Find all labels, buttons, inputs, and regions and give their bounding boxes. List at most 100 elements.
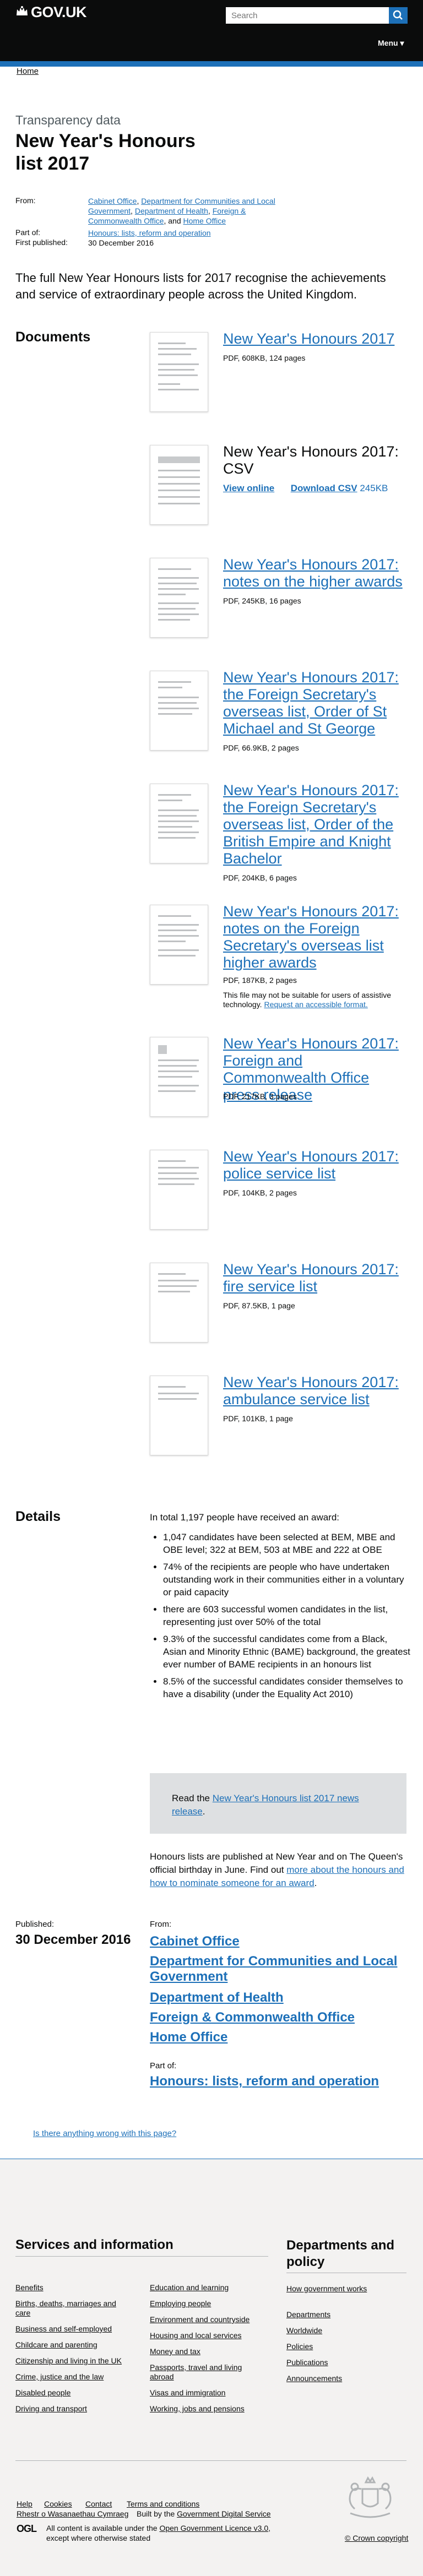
part-of-label: Part of: — [150, 2061, 177, 2070]
report-problem-link[interactable]: Is there anything wrong with this page? — [33, 2129, 176, 2138]
footer-department-link[interactable]: Policies — [286, 2342, 397, 2351]
document-thumbnail[interactable] — [150, 558, 208, 638]
footer-service-link[interactable]: Business and self-employed — [15, 2324, 126, 2334]
divider — [15, 2460, 406, 2461]
document-title: New Year's Honours 2017: CSV — [223, 443, 399, 477]
footer-service-link[interactable]: Environment and countryside — [150, 2315, 260, 2324]
footer-department-link[interactable]: Departments — [286, 2310, 397, 2319]
header-accent-bar — [0, 61, 423, 67]
royal-coat-of-arms-icon — [349, 2476, 392, 2518]
footer-department-link[interactable]: Announcements — [286, 2374, 397, 2383]
licence-text: All content is available under the Open … — [46, 2524, 271, 2542]
licence-link[interactable]: Open Government Licence v3.0 — [159, 2524, 268, 2532]
departments-heading: Departments and policy — [286, 2238, 395, 2269]
footer-service-link[interactable]: Disabled people — [15, 2388, 126, 2398]
footer-terms-link[interactable]: Terms and conditions — [127, 2499, 199, 2508]
news-release-callout: Read the New Year's Honours list 2017 ne… — [150, 1773, 406, 1834]
download-csv-link[interactable]: Download CSV — [291, 483, 357, 493]
details-intro: In total 1,197 people have received an a… — [150, 1512, 340, 1523]
document-title-link[interactable]: New Year's Honours 2017: police service … — [223, 1148, 405, 1182]
from-org-link[interactable]: Foreign & Commonwealth Office — [150, 2010, 355, 2025]
search-button[interactable] — [389, 7, 408, 24]
document-thumbnail[interactable] — [150, 905, 208, 985]
meta-org-link[interactable]: Department of Health — [135, 206, 208, 215]
footer-service-link[interactable]: Crime, justice and the law — [15, 2372, 126, 2382]
footer-service-link[interactable]: Employing people — [150, 2299, 260, 2308]
document-title-link[interactable]: New Year's Honours 2017: the Foreign Sec… — [223, 782, 405, 867]
document-thumbnail[interactable] — [150, 1263, 208, 1343]
footer-department-link[interactable]: Worldwide — [286, 2326, 397, 2335]
footer-department-link[interactable]: How government works — [286, 2284, 369, 2294]
meta-part-of-label: Part of: — [15, 228, 41, 237]
footer-service-link[interactable]: Driving and transport — [15, 2404, 126, 2414]
footer-welsh-link[interactable]: Rhestr o Wasanaethau Cymraeg — [17, 2509, 128, 2518]
footer-service-link[interactable]: Benefits — [15, 2283, 126, 2292]
meta-first-published-value: 30 December 2016 — [88, 238, 154, 247]
footer-contact-link[interactable]: Contact — [85, 2499, 112, 2508]
csv-actions: View online Download CSV 245KB — [223, 483, 388, 494]
document-title-link[interactable]: New Year's Honours 2017: notes on the hi… — [223, 556, 405, 590]
document-meta: PDF, 104KB, 2 pages — [223, 1188, 297, 1197]
document-thumbnail[interactable] — [150, 445, 208, 525]
from-org-link[interactable]: Department for Communities and Local Gov… — [150, 1954, 423, 1985]
documents-heading: Documents — [15, 329, 91, 345]
from-label: From: — [150, 1920, 172, 1929]
details-heading: Details — [15, 1509, 61, 1524]
menu-button[interactable]: Menu ▾ — [378, 39, 404, 48]
meta-first-published-label: First published: — [15, 238, 68, 247]
footer-help-link[interactable]: Help — [17, 2499, 32, 2508]
document-title-link[interactable]: New Year's Honours 2017: ambulance servi… — [223, 1374, 405, 1408]
breadcrumb-home[interactable]: Home — [17, 67, 39, 76]
search-icon — [393, 10, 403, 20]
divider — [15, 2256, 268, 2257]
crown-icon[interactable] — [15, 6, 29, 17]
footer-service-link[interactable]: Passports, travel and living abroad — [150, 2363, 260, 2382]
footer-service-link[interactable]: Education and learning — [150, 2283, 260, 2292]
footer-service-link[interactable]: Visas and immigration — [150, 2388, 260, 2398]
footer-service-link[interactable]: Births, deaths, marriages and care — [15, 2299, 126, 2318]
lead-paragraph: The full New Year Honours lists for 2017… — [15, 271, 386, 301]
footer-service-link[interactable]: Childcare and parenting — [15, 2340, 126, 2350]
csv-size: 245KB — [360, 483, 388, 493]
document-thumbnail[interactable] — [150, 332, 208, 412]
published-label: Published: — [15, 1920, 55, 1929]
page-caption: Transparency data — [15, 113, 121, 127]
document-thumbnail[interactable] — [150, 1376, 208, 1455]
footer-service-link[interactable]: Housing and local services — [150, 2331, 260, 2340]
document-thumbnail[interactable] — [150, 1150, 208, 1230]
from-org-link[interactable]: Cabinet Office — [150, 1934, 240, 1949]
published-date: 30 December 2016 — [15, 1932, 131, 1947]
built-by-text: Built by the Government Digital Service — [137, 2509, 271, 2518]
document-thumbnail[interactable] — [150, 784, 208, 863]
request-accessible-format-link[interactable]: Request an accessible format. — [264, 1000, 367, 1009]
part-of-link[interactable]: Honours: lists, reform and operation — [150, 2074, 379, 2089]
document-title-link[interactable]: New Year's Honours 2017: fire service li… — [223, 1261, 405, 1295]
document-title-link[interactable]: New Year's Honours 2017: notes on the Fo… — [223, 903, 405, 971]
ogl-logo: OGL — [17, 2523, 37, 2534]
view-online-link[interactable]: View online — [223, 483, 274, 493]
meta-org-link[interactable]: Home Office — [183, 216, 226, 225]
footer-service-link[interactable]: Money and tax — [150, 2347, 260, 2356]
search-input[interactable] — [226, 7, 383, 24]
govuk-logo-link[interactable]: GOV.UK — [31, 4, 87, 21]
details-list-item: 8.5% of the successful candidates consid… — [163, 1675, 411, 1700]
document-thumbnail[interactable] — [150, 671, 208, 751]
gds-link[interactable]: Government Digital Service — [177, 2509, 270, 2518]
copyright-link[interactable]: © Crown copyright — [345, 2534, 408, 2542]
document-thumbnail[interactable] — [150, 1037, 208, 1117]
document-title-link[interactable]: New Year's Honours 2017: the Foreign Sec… — [223, 669, 405, 737]
accessibility-note: This file may not be suitable for users … — [223, 991, 392, 1009]
meta-from-label: From: — [15, 196, 36, 205]
document-title-link[interactable]: New Year's Honours 2017 — [223, 330, 405, 347]
site-header: GOV.UK Menu ▾ — [0, 0, 423, 61]
footer-service-link[interactable]: Working, jobs and pensions — [150, 2404, 260, 2414]
footer-department-link[interactable]: Publications — [286, 2358, 397, 2367]
meta-org-link[interactable]: Cabinet Office — [88, 197, 137, 205]
from-org-link[interactable]: Home Office — [150, 2030, 227, 2045]
details-list-item: 1,047 candidates have been selected at B… — [163, 1531, 411, 1556]
footer-cookies-link[interactable]: Cookies — [44, 2499, 72, 2508]
document-meta: PDF, 217KB, 3 pages — [223, 1092, 297, 1101]
meta-part-of-link[interactable]: Honours: lists, reform and operation — [88, 228, 275, 238]
footer-service-link[interactable]: Citizenship and living in the UK — [15, 2356, 126, 2366]
from-org-link[interactable]: Department of Health — [150, 1990, 284, 2006]
